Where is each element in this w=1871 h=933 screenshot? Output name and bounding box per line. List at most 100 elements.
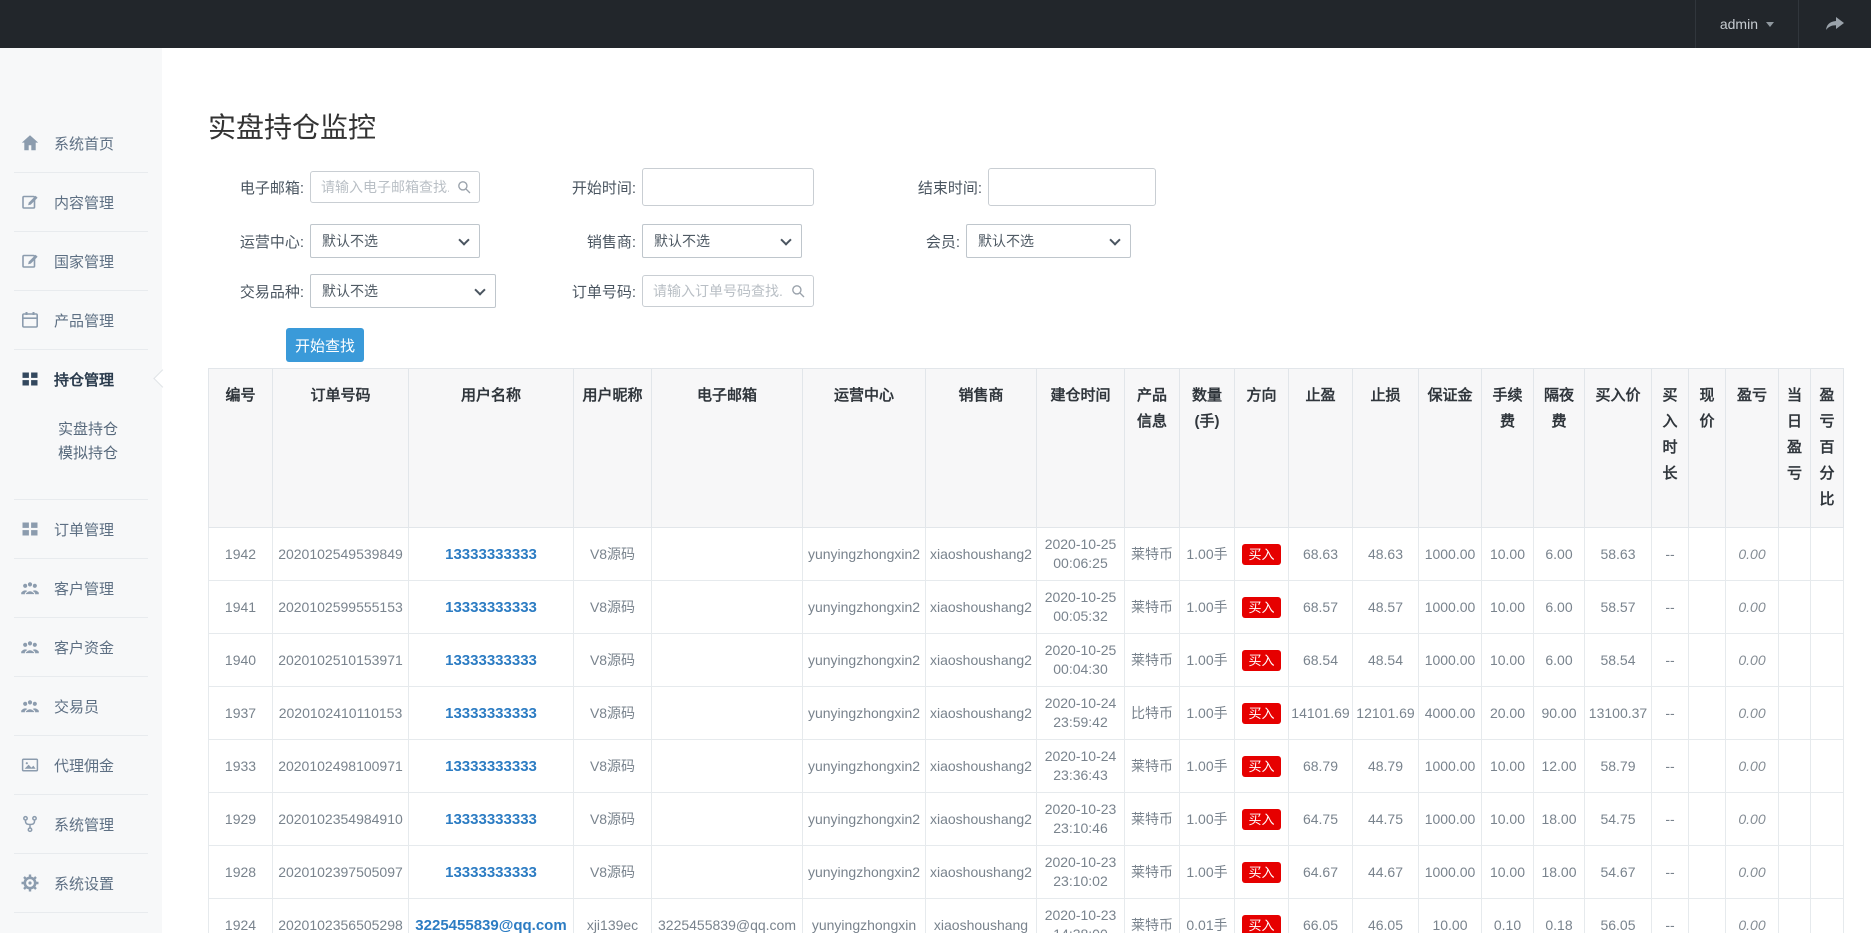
cell-overnight_fee: 18.00 — [1534, 793, 1585, 846]
cell-nickname: V8源码 — [574, 740, 652, 793]
cell-email — [652, 740, 803, 793]
sidebar-submenu: 实盘持仓模拟持仓 — [14, 408, 148, 499]
cell-profit_pct — [1811, 581, 1844, 634]
cell-order_no: 2020102498100971 — [273, 740, 409, 793]
username-link[interactable]: 13333333333 — [445, 599, 537, 616]
chevron-down-icon — [1109, 234, 1120, 245]
operation-center-select[interactable]: 默认不选 — [310, 224, 480, 258]
search-button[interactable]: 开始查找 — [286, 328, 364, 362]
cell-profit: 0.00 — [1726, 740, 1779, 793]
header-cell-buy_price: 买入价 — [1585, 369, 1652, 528]
cell-profit: 0.00 — [1726, 634, 1779, 687]
cell-current_price — [1689, 899, 1726, 933]
cell-order_no: 2020102354984910 — [273, 793, 409, 846]
cell-email: 3225455839@qq.com — [652, 899, 803, 933]
sidebar-subitem[interactable]: 实盘持仓 — [58, 418, 148, 442]
topbar: admin — [0, 0, 1871, 48]
sidebar-item[interactable]: 国家管理 — [14, 232, 148, 291]
cell-open_time: 2020-10-23 14:38:00 — [1037, 899, 1125, 933]
cell-buy_price: 58.79 — [1585, 740, 1652, 793]
username-link[interactable]: 13333333333 — [445, 811, 537, 828]
cell-product: 莱特币 — [1125, 793, 1180, 846]
cell-profit: 0.00 — [1726, 899, 1779, 933]
cell-id: 1933 — [209, 740, 273, 793]
cell-nickname: V8源码 — [574, 793, 652, 846]
sidebar-item[interactable]: 客户管理 — [14, 559, 148, 618]
cell-buy_duration: -- — [1652, 528, 1689, 581]
username-link[interactable]: 13333333333 — [445, 864, 537, 881]
sidebar-item[interactable]: 持仓管理 实盘持仓模拟持仓 — [14, 350, 148, 500]
cell-take_profit: 68.79 — [1289, 740, 1353, 793]
cell-id: 1929 — [209, 793, 273, 846]
cell-margin: 1000.00 — [1419, 634, 1482, 687]
cell-take_profit: 68.54 — [1289, 634, 1353, 687]
cell-op_center: yunyingzhongxin2 — [803, 846, 926, 899]
cell-seller: xiaoshoushang2 — [926, 528, 1037, 581]
cell-id: 1941 — [209, 581, 273, 634]
variety-select[interactable]: 默认不选 — [310, 274, 496, 308]
cell-email — [652, 793, 803, 846]
cell-current_price — [1689, 793, 1726, 846]
member-select[interactable]: 默认不选 — [966, 224, 1131, 258]
logout-button[interactable] — [1798, 0, 1871, 48]
sidebar-item[interactable]: 客户资金 — [14, 618, 148, 677]
cell-username: 13333333333 — [409, 793, 574, 846]
cell-buy_price: 58.54 — [1585, 634, 1652, 687]
cell-op_center: yunyingzhongxin — [803, 899, 926, 933]
header-cell-email: 电子邮箱 — [652, 369, 803, 528]
username-link[interactable]: 3225455839@qq.com — [415, 917, 566, 933]
start-time-input[interactable] — [642, 168, 814, 206]
cell-qty: 1.00手 — [1180, 793, 1235, 846]
sidebar-item-label: 系统设置 — [54, 873, 114, 894]
header-cell-overnight_fee: 隔夜 费 — [1534, 369, 1585, 528]
chevron-down-icon — [474, 284, 485, 295]
username-link[interactable]: 13333333333 — [445, 705, 537, 722]
sidebar-item[interactable]: 产品管理 — [14, 291, 148, 350]
cell-buy_duration: -- — [1652, 740, 1689, 793]
cell-username: 3225455839@qq.com — [409, 899, 574, 933]
cell-buy_price: 54.75 — [1585, 793, 1652, 846]
sidebar-subitem[interactable]: 模拟持仓 — [58, 442, 148, 466]
seller-label: 销售商: — [544, 231, 636, 252]
email-input[interactable] — [310, 171, 480, 203]
end-time-input[interactable] — [988, 168, 1156, 206]
sidebar-item[interactable]: 系统首页 — [14, 114, 148, 173]
header-cell-profit: 盈亏 — [1726, 369, 1779, 528]
cell-buy_duration: -- — [1652, 846, 1689, 899]
cell-qty: 1.00手 — [1180, 528, 1235, 581]
cell-stop_loss: 48.54 — [1353, 634, 1419, 687]
order-no-input[interactable] — [642, 275, 814, 307]
table-header-row: 编号订单号码用户名称用户昵称电子邮箱运营中心销售商建仓时间产品 信息数量 (手)… — [209, 369, 1844, 528]
cell-overnight_fee: 12.00 — [1534, 740, 1585, 793]
cell-fee: 10.00 — [1482, 846, 1534, 899]
username-link[interactable]: 13333333333 — [445, 652, 537, 669]
caret-down-icon — [1766, 22, 1774, 27]
cell-overnight_fee: 6.00 — [1534, 634, 1585, 687]
cell-seller: xiaoshoushang2 — [926, 793, 1037, 846]
sidebar-item[interactable]: 订单管理 — [14, 500, 148, 559]
cell-id: 1942 — [209, 528, 273, 581]
cell-username: 13333333333 — [409, 846, 574, 899]
cell-seller: xiaoshoushang2 — [926, 581, 1037, 634]
cell-seller: xiaoshoushang — [926, 899, 1037, 933]
direction-badge: 买入 — [1242, 650, 1280, 671]
main-content: 实盘持仓监控 电子邮箱: 开始时间: 结束时间: 运营中心: 默认不选 销售商:… — [162, 48, 1871, 933]
cell-stop_loss: 48.57 — [1353, 581, 1419, 634]
chevron-down-icon — [458, 234, 469, 245]
end-time-label: 结束时间: — [886, 177, 982, 198]
username-link[interactable]: 13333333333 — [445, 758, 537, 775]
sidebar-item[interactable]: 交易员 — [14, 677, 148, 736]
cell-profit_pct — [1811, 634, 1844, 687]
username-link[interactable]: 13333333333 — [445, 546, 537, 563]
sidebar-item[interactable]: 内容管理 — [14, 173, 148, 232]
sidebar-item[interactable]: 代理佣金 — [14, 736, 148, 795]
cell-username: 13333333333 — [409, 687, 574, 740]
sidebar-item[interactable]: 系统管理 — [14, 795, 148, 854]
header-cell-id: 编号 — [209, 369, 273, 528]
admin-menu[interactable]: admin — [1695, 0, 1798, 48]
share-arrow-icon — [1823, 12, 1847, 36]
sidebar-item[interactable]: 系统设置 — [14, 854, 148, 913]
sidebar: 系统首页 内容管理 国家管理 产品管理 持仓管理 实盘持仓模拟持仓 订单管理 客… — [0, 48, 162, 933]
operation-center-value: 默认不选 — [322, 231, 378, 251]
seller-select[interactable]: 默认不选 — [642, 224, 802, 258]
